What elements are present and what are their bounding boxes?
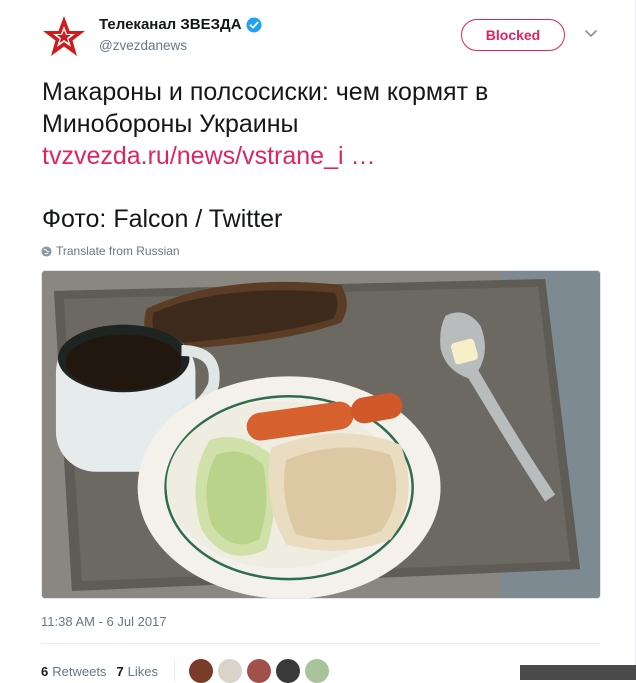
tweet-text-line2: Минобороны Украины — [42, 110, 299, 138]
translate-label[interactable]: Translate from Russian — [56, 244, 180, 258]
account-handle[interactable]: @zvezdanews — [99, 38, 187, 53]
tweet-text: Макароны и полсосиски: чем кормят в Мино… — [42, 76, 602, 172]
likes-stat[interactable]: 7 Likes — [116, 664, 158, 679]
tweet-photo[interactable] — [41, 270, 601, 599]
chevron-down-icon[interactable] — [584, 29, 598, 39]
red-star-logo-icon[interactable] — [41, 14, 87, 60]
divider — [41, 643, 601, 644]
stats-separator — [174, 660, 176, 682]
retweets-label: Retweets — [52, 663, 107, 679]
translate-link[interactable]: Translate from Russian — [41, 244, 180, 258]
tweet-timestamp[interactable]: 11:38 AM - 6 Jul 2017 — [41, 614, 167, 629]
retweets-stat[interactable]: 6 Retweets — [41, 664, 106, 679]
liker-avatar[interactable] — [218, 659, 243, 683]
liker-avatar[interactable] — [247, 659, 272, 683]
tweet-stats: 6 Retweets 7 Likes — [41, 659, 334, 683]
likes-count: 7 — [116, 663, 124, 679]
tweet-link[interactable]: tvzvezda.ru/news/vstrane_i … — [42, 142, 375, 170]
globe-icon — [41, 245, 52, 257]
liker-avatar[interactable] — [189, 659, 214, 683]
likes-label: Likes — [127, 663, 159, 679]
photo-credit: Фото: Falcon / Twitter — [42, 205, 283, 233]
display-name[interactable]: Телеканал ЗВЕЗДА — [99, 16, 242, 33]
liker-avatar[interactable] — [305, 659, 330, 683]
verified-badge-icon — [246, 17, 262, 32]
liker-avatar[interactable] — [276, 659, 301, 683]
account-name-row[interactable]: Телеканал ЗВЕЗДА — [99, 16, 262, 33]
blocked-button[interactable]: Blocked — [461, 19, 565, 51]
retweets-count: 6 — [41, 663, 49, 679]
overlay-bar — [520, 665, 636, 680]
tweet-text-line1: Макароны и полсосиски: чем кормят в — [42, 78, 489, 106]
